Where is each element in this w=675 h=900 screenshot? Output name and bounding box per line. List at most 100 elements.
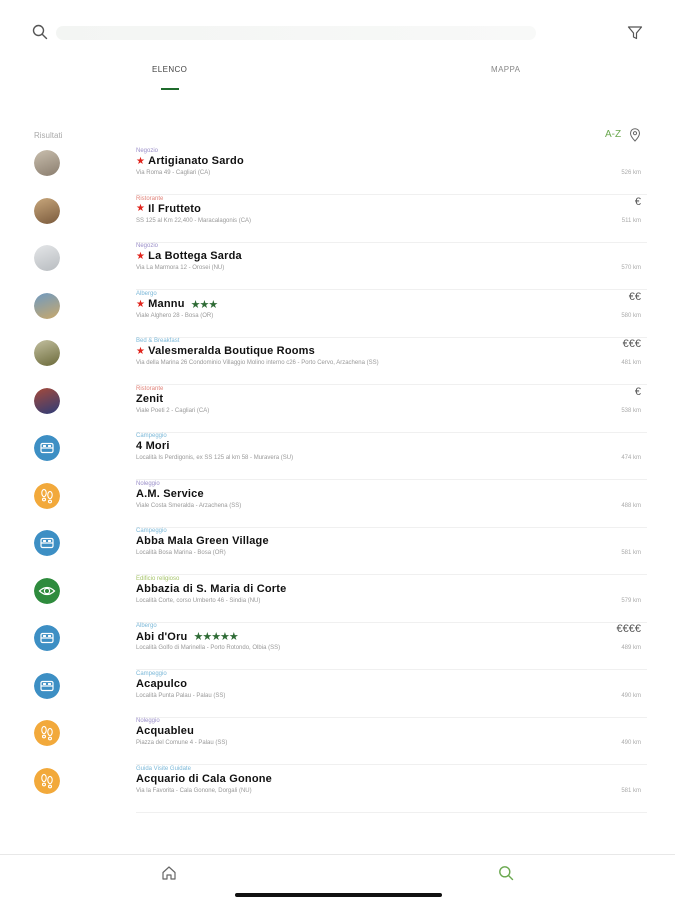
- item-title: ★ Il Frutteto: [136, 203, 201, 215]
- list-item-thumbnail: [34, 197, 60, 224]
- item-address: Località Punta Palau - Palau (SS): [136, 692, 226, 699]
- list-item-thumbnail: [34, 530, 60, 556]
- item-name: 4 Mori: [136, 440, 170, 452]
- item-category: Edificio religioso: [136, 575, 180, 582]
- list-item[interactable]: Guida Visite Guidate Acquario di Cala Gon…: [0, 766, 675, 813]
- list-item[interactable]: Campeggio 4 Mori Località Is Perdigonis, e…: [0, 433, 675, 480]
- search-icon[interactable]: [32, 24, 48, 40]
- item-distance: 526 km: [621, 170, 641, 176]
- item-title: Acquableu: [136, 725, 194, 737]
- item-name: Acquario di Cala Gonone: [136, 772, 273, 785]
- item-name: Zenit: [136, 392, 164, 405]
- item-title: Abi d'Oru ★★★★★: [136, 630, 239, 644]
- item-distance: 581 km: [621, 787, 641, 794]
- item-address: Località Bosa Marina - Bosa (OR): [136, 550, 226, 556]
- list-item[interactable]: Negozio ★ La Bottega Sarda Via La Marmora 1…: [0, 243, 675, 290]
- bed-icon: [34, 672, 60, 699]
- item-address: Via la Favorita - Cala Gonone, Dorgali (…: [136, 787, 252, 794]
- item-name: Acquableu: [136, 725, 195, 737]
- list-item[interactable]: Albergo Abi d'Oru ★★★★★ Località Golfo di M…: [0, 623, 675, 670]
- rating-stars: ★★★: [190, 298, 219, 311]
- filter-icon[interactable]: [627, 25, 643, 41]
- results-header: Risultati A-Z: [0, 128, 675, 144]
- item-category: Campeggio: [136, 670, 167, 677]
- results-label: Risultati: [34, 131, 63, 140]
- item-name: Abba Mala Green Village: [136, 535, 269, 547]
- item-title: ★ Artigianato Sardo: [136, 155, 244, 167]
- item-category: Negozio: [136, 243, 159, 249]
- item-title: Acapulco: [136, 678, 187, 690]
- list-item-thumbnail: [34, 482, 60, 509]
- list-item[interactable]: Campeggio Abba Mala Green Village Località…: [0, 528, 675, 575]
- item-distance: 489 km: [621, 645, 641, 651]
- item-category: Albergo: [136, 290, 157, 297]
- item-address: Viale Alghero 28 - Bosa (OR): [136, 312, 214, 319]
- item-category: Bed & Breakfast: [136, 338, 180, 344]
- place-photo: [34, 197, 60, 224]
- item-title: ★ Mannu ★★★: [136, 298, 219, 311]
- place-photo: [34, 150, 60, 176]
- item-address: SS 125 al Km 22,400 - Maracalagonis (CA): [136, 217, 252, 224]
- item-address: Via La Marmora 12 - Orosei (NU): [136, 265, 225, 271]
- list-item-thumbnail: [34, 292, 60, 319]
- item-category: Guida Visite Guidate: [136, 765, 191, 772]
- tab-elenco[interactable]: ELENCO: [152, 65, 187, 74]
- place-photo: [34, 292, 60, 319]
- item-name: Abbazia di S. Maria di Corte: [136, 582, 287, 595]
- sort-az-button[interactable]: A-Z: [605, 129, 621, 140]
- item-category: Noleggio: [136, 718, 160, 724]
- item-title: Abbazia di S. Maria di Corte: [136, 583, 286, 595]
- item-distance: 511 km: [621, 217, 641, 224]
- list-item[interactable]: Ristorante Zenit Viale Poeti 2 - Cagliari …: [0, 386, 675, 433]
- item-address: Località Is Perdigonis, ex SS 125 al km …: [136, 455, 294, 461]
- item-distance: 474 km: [621, 455, 641, 461]
- location-pin-icon[interactable]: [629, 128, 641, 142]
- list-item-thumbnail: [34, 767, 60, 794]
- home-icon[interactable]: [161, 865, 177, 881]
- item-price: €: [634, 195, 641, 208]
- item-distance: 488 km: [621, 502, 641, 509]
- list-item[interactable]: Edificio religioso Abbazia di S. Maria di…: [0, 576, 675, 623]
- item-distance: 538 km: [621, 407, 641, 414]
- place-photo: [34, 387, 60, 414]
- list-item-thumbnail: [34, 435, 60, 461]
- list-item[interactable]: Negozio ★ Artigianato Sardo Via Roma 49 - C…: [0, 148, 675, 195]
- item-address: Località Corte, corso Umberto 46 - Sindi…: [136, 597, 261, 604]
- search-tab-icon[interactable]: [498, 865, 514, 881]
- bed-icon: [34, 435, 60, 461]
- list-item[interactable]: Campeggio Acapulco Località Punta Palau - …: [0, 671, 675, 718]
- item-name: Abi d'Oru: [136, 630, 188, 643]
- list-item[interactable]: Albergo ★ Mannu ★★★ Viale Alghero 28 - Bosa …: [0, 291, 675, 338]
- bed-icon: [34, 530, 60, 556]
- item-distance: 579 km: [621, 597, 641, 604]
- footsteps-icon: [34, 767, 60, 794]
- tab-mappa[interactable]: MAPPA: [491, 65, 520, 74]
- featured-star-icon: ★: [136, 250, 146, 262]
- item-distance: 580 km: [621, 312, 641, 319]
- search-input[interactable]: [56, 26, 536, 40]
- item-price: €€€: [622, 338, 641, 350]
- item-name: Artigianato Sardo: [148, 155, 244, 167]
- list-item[interactable]: Ristorante ★ Il Frutteto SS 125 al Km 22,40…: [0, 196, 675, 243]
- list-item-thumbnail: [34, 387, 60, 414]
- item-name: Acapulco: [136, 677, 188, 690]
- item-category: Campeggio: [136, 433, 167, 439]
- list-item[interactable]: Noleggio Acquableu Piazza del Comune 4 - P…: [0, 718, 675, 765]
- item-title: Acquario di Cala Gonone: [136, 773, 272, 785]
- top-bar: [0, 0, 675, 60]
- item-title: ★ Valesmeralda Boutique Rooms: [136, 345, 315, 357]
- item-name: La Bottega Sarda: [148, 250, 242, 262]
- item-name: Mannu: [148, 298, 185, 310]
- place-photo: [34, 340, 60, 366]
- item-category: Ristorante: [136, 195, 164, 202]
- list-item-thumbnail: [34, 577, 60, 604]
- item-distance: 570 km: [621, 265, 641, 271]
- place-photo: [34, 245, 60, 271]
- list-item[interactable]: Noleggio A.M. Service Viale Costa Smeralda…: [0, 481, 675, 528]
- list-item-thumbnail: [34, 245, 60, 271]
- footsteps-icon: [34, 482, 60, 509]
- item-title: Zenit: [136, 393, 163, 405]
- item-address: Via Roma 49 - Cagliari (CA): [136, 170, 211, 176]
- item-title: 4 Mori: [136, 440, 170, 452]
- list-item[interactable]: Bed & Breakfast ★ Valesmeralda Boutique Ro…: [0, 338, 675, 385]
